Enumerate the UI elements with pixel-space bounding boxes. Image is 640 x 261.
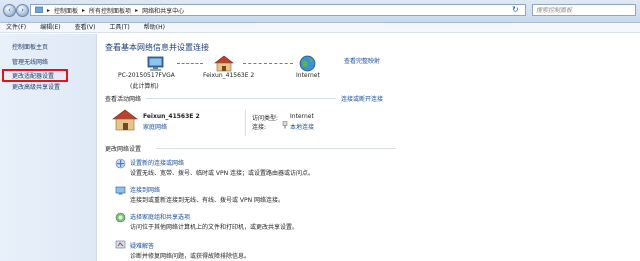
sidebar-item-sharing[interactable]: 更改高级共享设置 bbox=[12, 82, 60, 91]
refresh-icon[interactable]: ↻ bbox=[512, 5, 519, 14]
sidebar-item-home[interactable]: 控制面板主页 bbox=[12, 42, 48, 51]
divider bbox=[245, 110, 246, 136]
search-input[interactable]: 搜索控制面板 bbox=[532, 4, 636, 16]
active-network-name: Feixun_41563E 2 bbox=[143, 113, 200, 120]
highlight-box bbox=[2, 69, 68, 82]
new-connection-icon bbox=[115, 158, 126, 169]
task-desc: 连接到或重新连接到无线、有线、拨号或 VPN 网络连接。 bbox=[130, 197, 285, 204]
task-desc: 访问位于其他网络计算机上的文件和打印机，或更改共享设置。 bbox=[130, 224, 299, 231]
computer-name: PC-20150517FVGA bbox=[118, 72, 175, 79]
access-type-value: Internet bbox=[290, 113, 314, 120]
sidebar: 控制面板主页 管理无线网络 更改适配器设置 更改高级共享设置 bbox=[0, 34, 97, 261]
access-type-label: 访问类型: bbox=[252, 115, 279, 122]
menu-edit[interactable]: 编辑(E) bbox=[40, 23, 60, 32]
breadcrumb-item[interactable]: 所有控制面板项 bbox=[89, 6, 131, 15]
breadcrumb-item[interactable]: 控制面板 bbox=[54, 6, 78, 15]
globe-icon bbox=[299, 55, 316, 72]
menu-bar: 文件(F) 编辑(E) 查看(V) 工具(T) 帮助(H) bbox=[0, 23, 640, 33]
task-new-connection-link[interactable]: 设置新的连接或网络 bbox=[130, 158, 184, 167]
task-desc: 诊断并修复网络问题，或获得故障排除信息。 bbox=[130, 253, 251, 260]
change-settings-header: 更改网络设置 bbox=[105, 146, 142, 153]
chevron-right-icon: ▸ bbox=[47, 6, 51, 14]
back-button[interactable]: ‹ bbox=[3, 4, 16, 17]
task-homegroup-link[interactable]: 选择家庭组和共享选项 bbox=[130, 212, 190, 221]
menu-tools[interactable]: 工具(T) bbox=[109, 23, 129, 32]
control-panel-icon bbox=[35, 6, 43, 13]
chevron-right-icon: ▸ bbox=[82, 6, 86, 14]
sidebar-item-wireless[interactable]: 管理无线网络 bbox=[12, 57, 48, 66]
connect-network-icon bbox=[115, 186, 126, 195]
troubleshoot-icon bbox=[115, 240, 126, 249]
task-troubleshoot-link[interactable]: 疑难解答 bbox=[130, 241, 154, 250]
computer-icon bbox=[147, 56, 164, 71]
computer-sub: (此计算机) bbox=[130, 83, 159, 90]
menu-file[interactable]: 文件(F) bbox=[6, 23, 26, 32]
internet-label: Internet bbox=[296, 72, 320, 79]
connection-label: 连接: bbox=[252, 124, 267, 131]
home-network-icon bbox=[112, 109, 138, 131]
divider bbox=[156, 148, 396, 149]
breadcrumb-item[interactable]: 网络和共享中心 bbox=[142, 6, 184, 15]
local-connection-link[interactable]: 本地连接 bbox=[290, 122, 314, 131]
view-full-map-link[interactable]: 查看完整映射 bbox=[344, 56, 380, 65]
ethernet-icon bbox=[282, 121, 288, 129]
map-line bbox=[243, 63, 293, 64]
map-line bbox=[177, 63, 203, 64]
forward-button[interactable]: › bbox=[16, 4, 29, 17]
divider bbox=[146, 98, 336, 99]
address-box[interactable]: ▸ 控制面板 ▸ 所有控制面板项 ▸ 网络和共享中心 bbox=[30, 4, 526, 16]
home-network-icon bbox=[214, 55, 234, 72]
active-network-header: 查看活动网络 bbox=[105, 96, 142, 103]
page-title: 查看基本网络信息并设置连接 bbox=[105, 43, 209, 52]
network-type-link[interactable]: 家庭网络 bbox=[143, 122, 167, 131]
menu-help[interactable]: 帮助(H) bbox=[144, 23, 165, 32]
homegroup-icon bbox=[115, 212, 126, 223]
chevron-right-icon: ▸ bbox=[135, 6, 139, 14]
connect-disconnect-link[interactable]: 连接或断开连接 bbox=[341, 94, 383, 103]
task-desc: 设置无线、宽带、拨号、临时或 VPN 连接；或设置路由器或访问点。 bbox=[130, 170, 315, 177]
task-connect-link[interactable]: 连接到网络 bbox=[130, 185, 160, 194]
network-name: Feixun_41563E 2 bbox=[203, 72, 255, 79]
menu-view[interactable]: 查看(V) bbox=[75, 23, 96, 32]
